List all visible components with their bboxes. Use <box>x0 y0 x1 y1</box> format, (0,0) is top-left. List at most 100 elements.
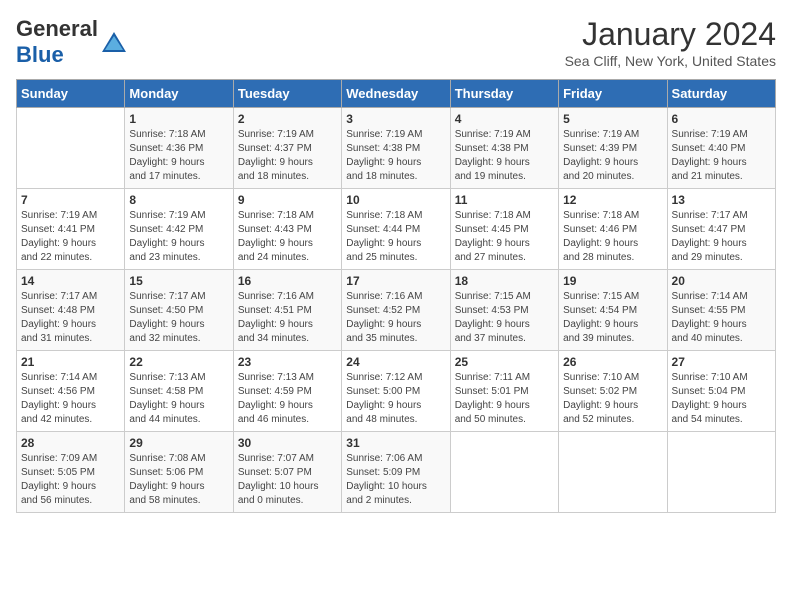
calendar-cell: 9 Sunrise: 7:18 AM Sunset: 4:43 PM Daylig… <box>233 189 341 270</box>
day-number: 23 <box>238 355 337 369</box>
calendar-cell: 13 Sunrise: 7:17 AM Sunset: 4:47 PM Dayli… <box>667 189 775 270</box>
day-number: 25 <box>455 355 554 369</box>
calendar-cell <box>17 108 125 189</box>
calendar-cell: 18Sunrise: 7:15 AM Sunset: 4:53 PM Dayli… <box>450 270 558 351</box>
day-info: Sunrise: 7:13 AM Sunset: 4:59 PM Dayligh… <box>238 371 337 427</box>
calendar-cell: 22Sunrise: 7:13 AM Sunset: 4:58 PM Dayli… <box>125 351 233 432</box>
calendar-cell: 6 Sunrise: 7:19 AM Sunset: 4:40 PM Daylig… <box>667 108 775 189</box>
day-number: 12 <box>563 193 662 207</box>
weekday-header: Monday <box>125 80 233 108</box>
calendar-cell <box>450 432 558 513</box>
logo-icon <box>100 28 128 56</box>
calendar-week-row: 28Sunrise: 7:09 AM Sunset: 5:05 PM Dayli… <box>17 432 776 513</box>
weekday-header-row: SundayMondayTuesdayWednesdayThursdayFrid… <box>17 80 776 108</box>
calendar-week-row: 1 Sunrise: 7:18 AM Sunset: 4:36 PM Daylig… <box>17 108 776 189</box>
day-info: Sunrise: 7:14 AM Sunset: 4:56 PM Dayligh… <box>21 371 120 427</box>
header: GeneralBlue January 2024 Sea Cliff, New … <box>16 16 776 69</box>
day-info: Sunrise: 7:10 AM Sunset: 5:02 PM Dayligh… <box>563 371 662 427</box>
day-number: 24 <box>346 355 445 369</box>
calendar-cell: 1 Sunrise: 7:18 AM Sunset: 4:36 PM Daylig… <box>125 108 233 189</box>
calendar-cell <box>667 432 775 513</box>
day-info: Sunrise: 7:19 AM Sunset: 4:38 PM Dayligh… <box>455 128 554 184</box>
day-info: Sunrise: 7:19 AM Sunset: 4:38 PM Dayligh… <box>346 128 445 184</box>
day-number: 4 <box>455 112 554 126</box>
calendar-cell: 20 Sunrise: 7:14 AM Sunset: 4:55 PM Dayli… <box>667 270 775 351</box>
day-number: 1 <box>129 112 228 126</box>
day-number: 31 <box>346 436 445 450</box>
calendar-cell: 17Sunrise: 7:16 AM Sunset: 4:52 PM Dayli… <box>342 270 450 351</box>
calendar-cell: 11 Sunrise: 7:18 AM Sunset: 4:45 PM Dayli… <box>450 189 558 270</box>
day-info: Sunrise: 7:17 AM Sunset: 4:48 PM Dayligh… <box>21 290 120 346</box>
day-number: 17 <box>346 274 445 288</box>
calendar-cell: 29 Sunrise: 7:08 AM Sunset: 5:06 PM Dayli… <box>125 432 233 513</box>
calendar-cell: 8 Sunrise: 7:19 AM Sunset: 4:42 PM Daylig… <box>125 189 233 270</box>
day-number: 8 <box>129 193 228 207</box>
calendar-cell: 2Sunrise: 7:19 AM Sunset: 4:37 PM Daylig… <box>233 108 341 189</box>
calendar-cell: 10 Sunrise: 7:18 AM Sunset: 4:44 PM Dayli… <box>342 189 450 270</box>
calendar-week-row: 21 Sunrise: 7:14 AM Sunset: 4:56 PM Dayli… <box>17 351 776 432</box>
calendar-cell: 27 Sunrise: 7:10 AM Sunset: 5:04 PM Dayli… <box>667 351 775 432</box>
day-info: Sunrise: 7:19 AM Sunset: 4:39 PM Dayligh… <box>563 128 662 184</box>
day-info: Sunrise: 7:11 AM Sunset: 5:01 PM Dayligh… <box>455 371 554 427</box>
day-number: 18 <box>455 274 554 288</box>
calendar-cell: 5Sunrise: 7:19 AM Sunset: 4:39 PM Daylig… <box>559 108 667 189</box>
day-number: 11 <box>455 193 554 207</box>
day-info: Sunrise: 7:18 AM Sunset: 4:46 PM Dayligh… <box>563 209 662 265</box>
calendar-cell: 23 Sunrise: 7:13 AM Sunset: 4:59 PM Dayli… <box>233 351 341 432</box>
day-info: Sunrise: 7:19 AM Sunset: 4:41 PM Dayligh… <box>21 209 120 265</box>
day-info: Sunrise: 7:16 AM Sunset: 4:51 PM Dayligh… <box>238 290 337 346</box>
day-info: Sunrise: 7:19 AM Sunset: 4:40 PM Dayligh… <box>672 128 771 184</box>
day-info: Sunrise: 7:08 AM Sunset: 5:06 PM Dayligh… <box>129 452 228 508</box>
weekday-header: Sunday <box>17 80 125 108</box>
day-number: 9 <box>238 193 337 207</box>
day-number: 27 <box>672 355 771 369</box>
calendar-cell: 7Sunrise: 7:19 AM Sunset: 4:41 PM Daylig… <box>17 189 125 270</box>
day-number: 21 <box>21 355 120 369</box>
day-number: 30 <box>238 436 337 450</box>
day-number: 3 <box>346 112 445 126</box>
day-info: Sunrise: 7:14 AM Sunset: 4:55 PM Dayligh… <box>672 290 771 346</box>
day-info: Sunrise: 7:10 AM Sunset: 5:04 PM Dayligh… <box>672 371 771 427</box>
weekday-header: Wednesday <box>342 80 450 108</box>
weekday-header: Saturday <box>667 80 775 108</box>
day-info: Sunrise: 7:18 AM Sunset: 4:45 PM Dayligh… <box>455 209 554 265</box>
weekday-header: Friday <box>559 80 667 108</box>
title-block: January 2024 Sea Cliff, New York, United… <box>565 16 776 69</box>
day-number: 14 <box>21 274 120 288</box>
calendar-cell: 16Sunrise: 7:16 AM Sunset: 4:51 PM Dayli… <box>233 270 341 351</box>
calendar-cell: 19Sunrise: 7:15 AM Sunset: 4:54 PM Dayli… <box>559 270 667 351</box>
day-info: Sunrise: 7:18 AM Sunset: 4:43 PM Dayligh… <box>238 209 337 265</box>
calendar-cell: 25 Sunrise: 7:11 AM Sunset: 5:01 PM Dayli… <box>450 351 558 432</box>
day-number: 20 <box>672 274 771 288</box>
calendar-cell: 3 Sunrise: 7:19 AM Sunset: 4:38 PM Daylig… <box>342 108 450 189</box>
calendar-cell: 28Sunrise: 7:09 AM Sunset: 5:05 PM Dayli… <box>17 432 125 513</box>
day-number: 13 <box>672 193 771 207</box>
logo: GeneralBlue <box>16 16 128 68</box>
day-number: 15 <box>129 274 228 288</box>
calendar-table: SundayMondayTuesdayWednesdayThursdayFrid… <box>16 79 776 513</box>
day-info: Sunrise: 7:06 AM Sunset: 5:09 PM Dayligh… <box>346 452 445 508</box>
day-info: Sunrise: 7:17 AM Sunset: 4:47 PM Dayligh… <box>672 209 771 265</box>
calendar-week-row: 7Sunrise: 7:19 AM Sunset: 4:41 PM Daylig… <box>17 189 776 270</box>
logo-text: GeneralBlue <box>16 16 128 68</box>
day-info: Sunrise: 7:18 AM Sunset: 4:44 PM Dayligh… <box>346 209 445 265</box>
month-title: January 2024 <box>565 16 776 53</box>
day-number: 6 <box>672 112 771 126</box>
day-number: 29 <box>129 436 228 450</box>
calendar-container: GeneralBlue January 2024 Sea Cliff, New … <box>0 0 792 521</box>
calendar-cell: 4 Sunrise: 7:19 AM Sunset: 4:38 PM Daylig… <box>450 108 558 189</box>
day-info: Sunrise: 7:09 AM Sunset: 5:05 PM Dayligh… <box>21 452 120 508</box>
calendar-cell: 14 Sunrise: 7:17 AM Sunset: 4:48 PM Dayli… <box>17 270 125 351</box>
calendar-cell: 15Sunrise: 7:17 AM Sunset: 4:50 PM Dayli… <box>125 270 233 351</box>
day-info: Sunrise: 7:19 AM Sunset: 4:42 PM Dayligh… <box>129 209 228 265</box>
calendar-cell: 24Sunrise: 7:12 AM Sunset: 5:00 PM Dayli… <box>342 351 450 432</box>
day-number: 10 <box>346 193 445 207</box>
calendar-cell: 12 Sunrise: 7:18 AM Sunset: 4:46 PM Dayli… <box>559 189 667 270</box>
day-number: 19 <box>563 274 662 288</box>
weekday-header: Tuesday <box>233 80 341 108</box>
day-info: Sunrise: 7:18 AM Sunset: 4:36 PM Dayligh… <box>129 128 228 184</box>
calendar-cell: 21 Sunrise: 7:14 AM Sunset: 4:56 PM Dayli… <box>17 351 125 432</box>
day-number: 26 <box>563 355 662 369</box>
calendar-week-row: 14 Sunrise: 7:17 AM Sunset: 4:48 PM Dayli… <box>17 270 776 351</box>
day-info: Sunrise: 7:07 AM Sunset: 5:07 PM Dayligh… <box>238 452 337 508</box>
